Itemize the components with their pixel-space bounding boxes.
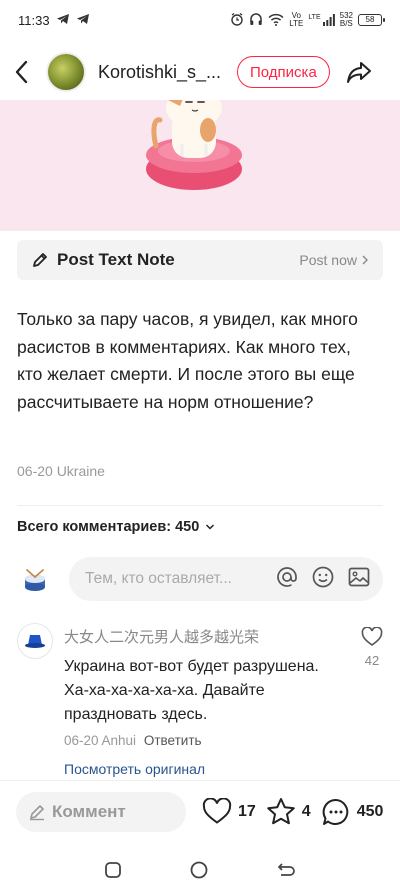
comments-count: 450 <box>356 802 384 820</box>
reply-button[interactable]: Ответить <box>144 733 202 748</box>
cat-on-cushion-illustration <box>146 100 242 190</box>
post-date-location: 06-20 Ukraine <box>17 463 105 479</box>
heart-icon <box>202 798 232 824</box>
battery-icon: 58 <box>358 14 385 26</box>
comment-like-count: 42 <box>364 653 380 668</box>
bottom-action-bar: Коммент 17 4 450 <box>0 780 400 842</box>
pencil-icon <box>30 804 44 820</box>
volte-label: Vo LTE <box>289 11 304 28</box>
star-icon <box>266 798 295 825</box>
comment-like-button[interactable]: 42 <box>359 627 385 668</box>
home-button[interactable] <box>189 860 209 885</box>
comment-author[interactable]: 大女人二次元男人越多越光荣 <box>64 626 259 647</box>
like-button[interactable]: 17 <box>202 798 256 825</box>
emoji-icon[interactable] <box>311 565 335 594</box>
post-now-link[interactable]: Post now <box>299 252 369 268</box>
network-speed: 532 B/S <box>339 11 353 28</box>
telegram-icon <box>56 13 70 28</box>
back-button[interactable] <box>14 52 40 92</box>
comment-avatar[interactable] <box>17 623 53 659</box>
image-icon[interactable] <box>347 565 371 594</box>
alarm-icon <box>230 12 244 28</box>
chevron-right-icon <box>362 255 368 265</box>
post-text: Только за пару часов, я увидел, как мног… <box>17 309 358 412</box>
back-arrow-icon <box>278 862 296 876</box>
comment-bubble-icon <box>322 798 348 825</box>
my-avatar-drum-icon <box>22 566 48 592</box>
post-text-note-bar[interactable]: Post Text Note Post now <box>17 240 383 280</box>
pencil-icon <box>33 253 47 267</box>
comments-total-sort[interactable]: Всего комментариев: 450 <box>17 519 215 535</box>
comment-meta: 06-20 Anhui Ответить <box>64 733 202 748</box>
divider <box>17 505 383 506</box>
collect-count: 4 <box>301 802 311 820</box>
author-name[interactable]: Korotishki_s_... <box>98 62 224 83</box>
headphones-icon <box>249 12 263 28</box>
share-icon <box>346 62 371 83</box>
back-nav-button[interactable] <box>276 861 296 884</box>
bottom-comment-input[interactable]: Коммент <box>16 791 186 832</box>
status-bar: 11:33 Vo LTE LTE 532 B/S 58 <box>0 0 400 40</box>
author-avatar[interactable] <box>46 52 86 92</box>
wifi-icon <box>268 13 284 28</box>
chevron-left-icon <box>15 60 28 84</box>
comment-input[interactable]: Тем, кто оставляет... <box>69 557 383 601</box>
like-count: 17 <box>238 802 256 820</box>
square-icon <box>104 861 121 878</box>
signal-icon: LTE <box>308 14 335 26</box>
bottom-comment-label: Коммент <box>52 801 126 821</box>
comment-input-placeholder: Тем, кто оставляет... <box>85 570 232 587</box>
status-time: 11:33 <box>18 12 50 28</box>
recents-button[interactable] <box>104 861 122 884</box>
mention-icon[interactable] <box>275 565 299 594</box>
note-title: Post Text Note <box>57 250 175 269</box>
post-header: Korotishki_s_... Подписка <box>0 44 400 100</box>
system-nav-bar <box>0 848 400 896</box>
view-original-link[interactable]: Посмотреть оригинал <box>64 761 205 777</box>
lte-label: LTE <box>308 14 321 21</box>
comment-date-location: 06-20 Anhui <box>64 733 137 748</box>
collect-button[interactable]: 4 <box>266 797 311 826</box>
comments-button[interactable]: 450 <box>321 797 384 827</box>
chevron-down-icon <box>206 524 215 530</box>
share-button[interactable] <box>344 57 374 87</box>
telegram-icon <box>76 13 90 28</box>
follow-button[interactable]: Подписка <box>237 56 330 88</box>
heart-icon <box>361 627 383 646</box>
post-image[interactable] <box>0 100 400 231</box>
comment-text: Украина вот-вот будет разрушена. Ха-ха-х… <box>64 658 319 723</box>
circle-icon <box>190 861 208 878</box>
blue-hat-avatar-icon <box>25 635 45 648</box>
